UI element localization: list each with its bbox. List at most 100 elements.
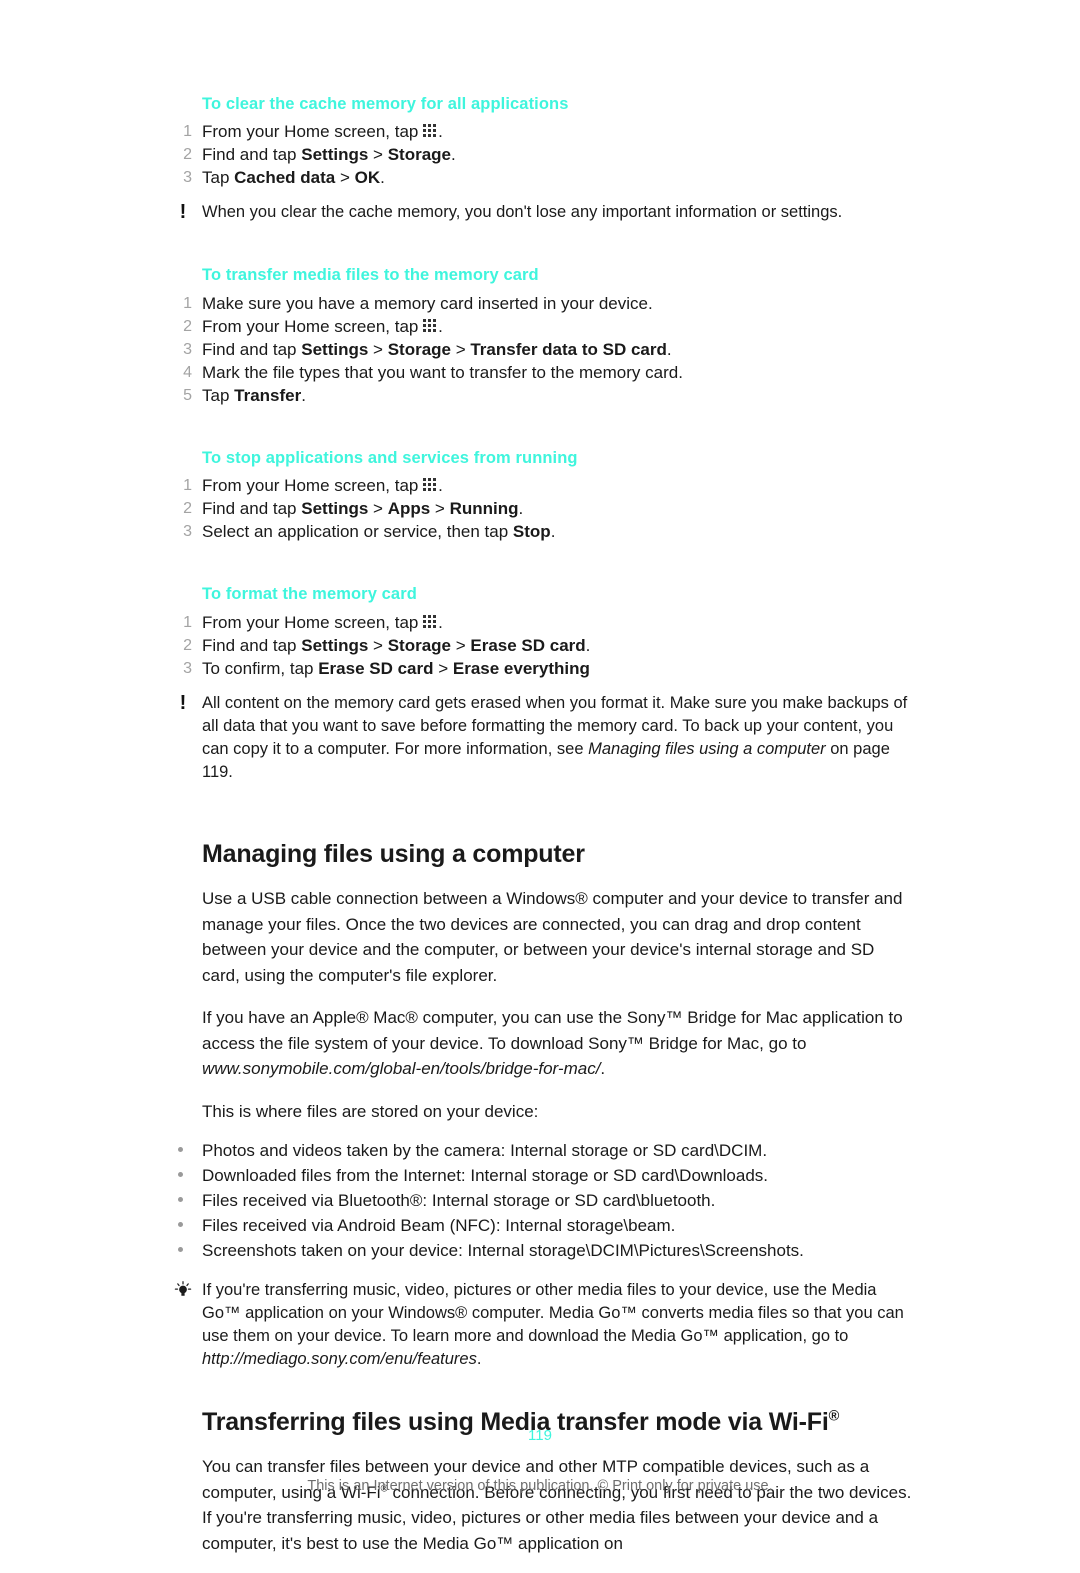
- section-heading: To stop applications and services from r…: [202, 448, 578, 467]
- step-number: 3: [183, 659, 192, 677]
- step-text: To confirm, tap: [202, 658, 319, 678]
- section-heading: To clear the cache memory for all applic…: [202, 95, 569, 113]
- step-text: Select an application or service, then t…: [202, 522, 513, 542]
- step-text-post: .: [450, 145, 456, 165]
- step-list: 1 From your Home screen, tap . 2 Find and …: [183, 474, 912, 543]
- tip-text-post: .: [476, 1350, 482, 1368]
- list-item: Photos and videos taken by the camera: I…: [178, 1138, 912, 1163]
- ui-path-token: OK: [354, 168, 381, 188]
- path-separator: >: [335, 168, 355, 188]
- bullet-dot: [178, 1147, 183, 1152]
- path-separator: >: [368, 145, 388, 165]
- note-callout: ! All content on the memory card gets er…: [180, 692, 912, 784]
- ui-path-token: Stop: [512, 522, 551, 542]
- page-content: To clear the cache memory for all applic…: [174, 94, 912, 1573]
- step-number: 1: [183, 123, 192, 141]
- step-item: 1 From your Home screen, tap .: [183, 611, 912, 634]
- list-item-label: Downloaded files from the Internet: Inte…: [202, 1166, 769, 1185]
- ui-path-token: Settings: [301, 339, 369, 359]
- step-text: Find and tap: [202, 635, 302, 655]
- path-separator: >: [368, 635, 388, 655]
- ui-path-token: Storage: [387, 635, 451, 655]
- step-text-post: .: [666, 339, 672, 359]
- apps-grid-icon: [423, 478, 437, 492]
- step-text: Find and tap: [202, 339, 302, 359]
- ui-path-token: Transfer data to SD card: [470, 339, 667, 359]
- exclamation-icon: !: [179, 201, 187, 224]
- section-transfer-media: To transfer media files to the memory ca…: [183, 265, 912, 407]
- bullet-dot: [178, 1247, 183, 1252]
- path-separator: >: [450, 635, 471, 655]
- path-separator: >: [450, 339, 471, 359]
- step-item: 3 Find and tap Settings > Storage > Trans…: [183, 338, 912, 361]
- step-number: 2: [183, 500, 192, 518]
- list-item: Screenshots taken on your device: Intern…: [178, 1238, 912, 1263]
- step-number: 3: [183, 523, 192, 541]
- step-item: 2 Find and tap Settings > Apps > Running.: [183, 497, 912, 520]
- step-number: 1: [183, 613, 192, 631]
- step-text-post: .: [518, 499, 524, 519]
- ui-path-token: Settings: [301, 635, 369, 655]
- step-text-post: .: [301, 385, 306, 405]
- step-text: From your Home screen, tap: [202, 316, 424, 336]
- list-item-label: Photos and videos taken by the camera: I…: [202, 1141, 768, 1160]
- list-item: Files received via Bluetooth®: Internal …: [178, 1188, 912, 1213]
- paragraph-file-locations-intro: This is where files are stored on your d…: [202, 1101, 539, 1121]
- mediago-url: http://mediago.sony.com/enu/features: [202, 1350, 477, 1368]
- step-number: 3: [183, 340, 192, 358]
- apps-grid-icon: [423, 318, 437, 332]
- bridge-for-mac-url: www.sonymobile.com/global-en/tools/bridg…: [202, 1059, 601, 1078]
- step-item: 1 Make sure you have a memory card insert…: [183, 292, 912, 315]
- step-number: 2: [183, 636, 192, 654]
- step-number: 3: [183, 169, 192, 187]
- step-text: Find and tap: [202, 145, 302, 165]
- path-separator: >: [368, 499, 388, 519]
- apps-grid-icon: [423, 124, 437, 138]
- bullet-dot: [178, 1222, 183, 1227]
- step-text-post: .: [380, 168, 385, 188]
- step-text: From your Home screen, tap: [202, 476, 424, 496]
- paragraph-wifi-transfer: You can transfer files between your devi…: [202, 1454, 912, 1556]
- step-list: 1 Make sure you have a memory card insert…: [183, 292, 912, 407]
- ui-path-token: Storage: [387, 145, 451, 165]
- tip-callout: If you're transferring music, video, pic…: [174, 1279, 912, 1371]
- step-item: 5 Tap Transfer.: [183, 384, 912, 407]
- step-text: Mark the file types that you want to tra…: [202, 362, 683, 382]
- list-item: Downloaded files from the Internet: Inte…: [178, 1163, 912, 1188]
- note-text: When you clear the cache memory, you don…: [202, 203, 843, 222]
- step-list: 1 From your Home screen, tap . 2 Find and …: [183, 120, 912, 189]
- step-text-post: .: [438, 476, 443, 496]
- ui-path-token: Transfer: [234, 385, 302, 405]
- step-number: 2: [183, 317, 192, 335]
- path-separator: >: [368, 339, 388, 359]
- step-item: 2 Find and tap Settings > Storage.: [183, 143, 912, 166]
- list-item-label: Files received via Bluetooth®: Internal …: [202, 1191, 716, 1210]
- step-text: From your Home screen, tap: [202, 612, 424, 632]
- file-location-list: Photos and videos taken by the camera: I…: [178, 1138, 912, 1263]
- registered-mark: ®: [828, 1408, 840, 1425]
- cross-reference: Managing files using a computer: [588, 739, 826, 758]
- apps-grid-icon: [423, 614, 437, 628]
- ui-path-token: Cached data: [234, 168, 336, 188]
- step-number: 4: [183, 363, 192, 381]
- section-stop-applications: To stop applications and services from r…: [183, 448, 912, 543]
- ui-path-token: Storage: [387, 339, 451, 359]
- bullet-dot: [178, 1172, 183, 1177]
- section-heading: To transfer media files to the memory ca…: [202, 266, 539, 285]
- list-item: Files received via Android Beam (NFC): I…: [178, 1213, 912, 1238]
- ui-path-token: Erase SD card: [318, 658, 434, 678]
- ui-path-token: Apps: [387, 499, 431, 519]
- step-item: 4 Mark the file types that you want to tr…: [183, 361, 912, 384]
- document-page: To clear the cache memory for all applic…: [0, 0, 1080, 1553]
- paragraph-usb-cable: Use a USB cable connection between a Win…: [202, 889, 903, 985]
- step-text: Make sure you have a memory card inserte…: [202, 293, 653, 313]
- ui-path-token: Settings: [301, 145, 369, 165]
- ui-path-token: Erase everything: [452, 658, 590, 678]
- ui-path-token: Settings: [301, 499, 369, 519]
- lightbulb-icon: [172, 1279, 194, 1306]
- page-number: 119: [528, 1427, 552, 1444]
- section-format-memory-card: To format the memory card 1 From your Hom…: [180, 584, 912, 784]
- step-text: Tap: [202, 168, 235, 188]
- ui-path-token: Running: [449, 499, 519, 519]
- path-separator: >: [430, 499, 450, 519]
